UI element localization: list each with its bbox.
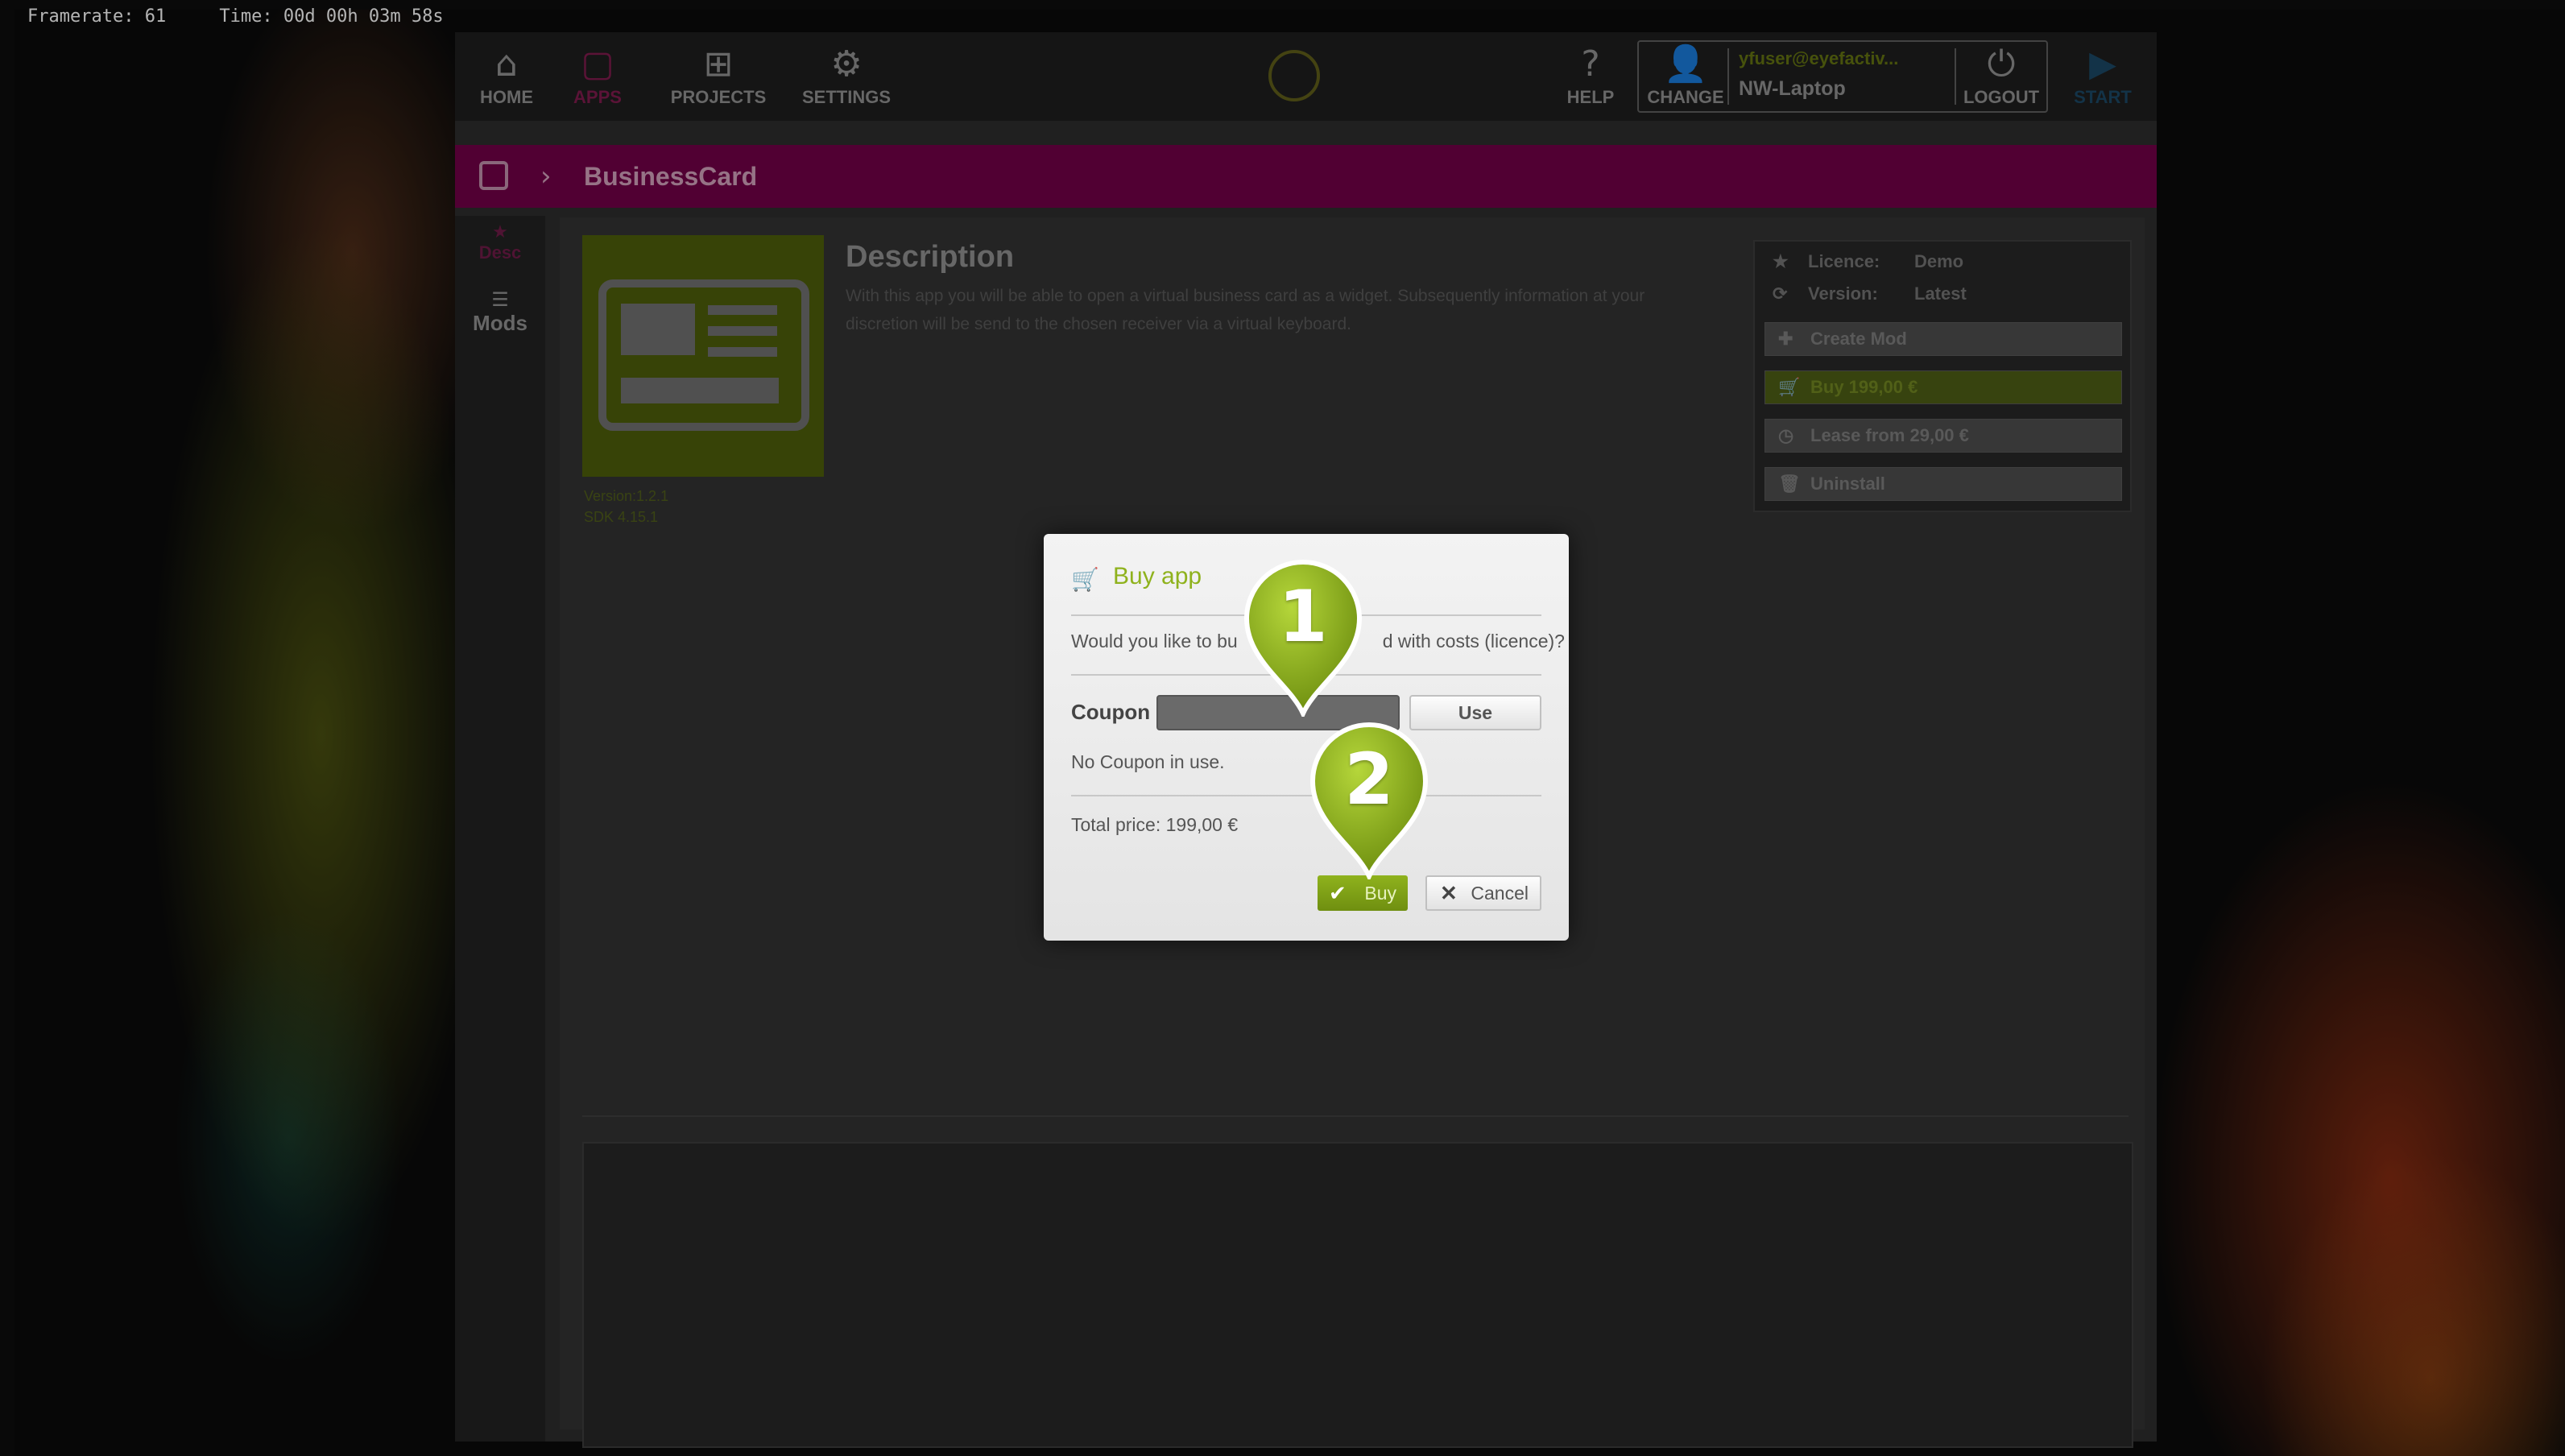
dialog-title: Buy app: [1113, 563, 1202, 589]
step-number: 2: [1344, 738, 1394, 821]
cancel-button[interactable]: ✕ Cancel: [1425, 875, 1541, 911]
buy-label: Buy: [1364, 883, 1396, 904]
step-marker-2: 2: [1306, 718, 1432, 883]
total-price: Total price: 199,00 €: [1071, 814, 1239, 835]
step-number: 1: [1278, 575, 1328, 658]
question-part-1: Would you like to bu: [1071, 631, 1238, 651]
checkmark-icon: ✔: [1329, 881, 1347, 905]
buy-button[interactable]: ✔ Buy: [1318, 875, 1408, 911]
coupon-status: No Coupon in use.: [1071, 751, 1225, 772]
close-icon: ✕: [1440, 881, 1458, 905]
question-part-2: d with costs (licence)?: [1382, 631, 1565, 651]
cart-icon: 🛒: [1071, 566, 1099, 593]
cancel-label: Cancel: [1471, 883, 1529, 904]
step-marker-1: 1: [1240, 556, 1366, 720]
coupon-label: Coupon: [1071, 700, 1151, 724]
